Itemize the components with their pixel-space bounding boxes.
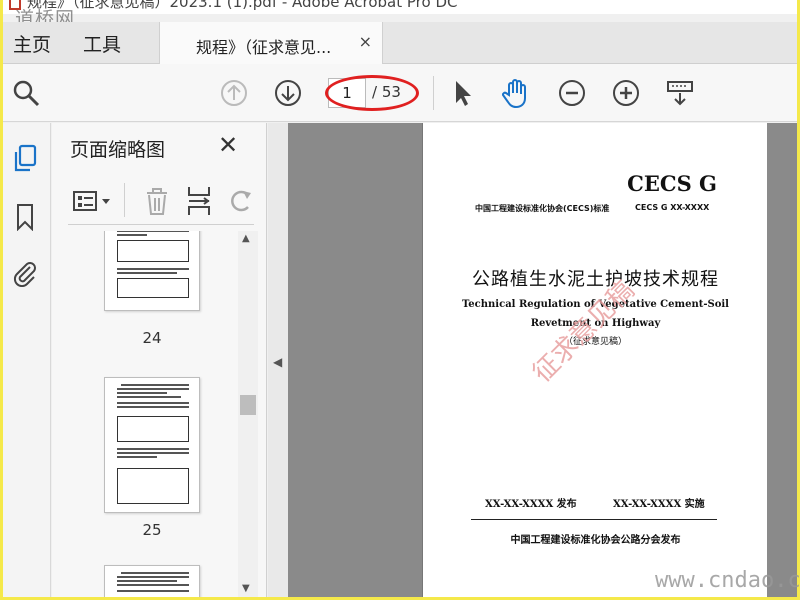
scrollbar-thumb[interactable]	[240, 395, 256, 415]
acrobat-window: 规程》（征求意见稿）2023.1 (1).pdf - Adobe Acrobat…	[3, 0, 797, 597]
thumb-text	[117, 576, 189, 578]
thumb-text	[117, 584, 189, 586]
effective-date: XX-XX-XXXX 实施	[613, 499, 705, 510]
close-tab-icon[interactable]: ×	[359, 32, 372, 51]
thumb-text	[117, 580, 177, 582]
dates-line: XX-XX-XXXX 发布 XX-XX-XXXX 实施	[485, 495, 745, 510]
thumb-table	[117, 240, 189, 262]
panel-toolbar	[68, 179, 254, 225]
thumbnail-scrollbar[interactable]: ▲ ▼	[238, 231, 258, 597]
thumb-text	[117, 268, 189, 270]
thumb-table	[117, 468, 189, 504]
publish-date: XX-XX-XXXX 发布	[485, 499, 577, 510]
thumb-text	[121, 384, 189, 386]
document-tab[interactable]: 规程》（征求意见... ×	[159, 22, 383, 64]
page-thumbnails-icon[interactable]	[7, 141, 43, 177]
divider-line	[471, 519, 717, 520]
tab-home[interactable]: 主页	[13, 30, 51, 57]
thumb-text	[117, 234, 147, 236]
thumbnail-list: 24 25	[52, 231, 242, 597]
bookmark-icon[interactable]	[7, 199, 43, 235]
scroll-up-icon[interactable]: ▲	[242, 233, 250, 244]
tab-tools[interactable]: 工具	[83, 30, 121, 57]
standard-code: CECS G XX-XXXX	[635, 203, 710, 212]
zoom-out-icon[interactable]	[555, 76, 589, 110]
thumb-text	[117, 396, 181, 398]
page-down-icon[interactable]	[271, 76, 305, 110]
title-bar: 规程》（征求意见稿）2023.1 (1).pdf - Adobe Acrobat…	[3, 0, 797, 14]
thumbnail-options-icon[interactable]	[72, 189, 116, 217]
thumb-text	[117, 402, 189, 404]
delete-page-icon[interactable]	[144, 187, 170, 221]
hand-icon[interactable]	[499, 76, 533, 110]
document-view: CECS G 中国工程建设标准化协会(CECS)标准 CECS G XX-XXX…	[288, 123, 797, 597]
thumb-text	[117, 406, 189, 408]
rotate-page-icon[interactable]	[228, 187, 254, 219]
standard-line: 中国工程建设标准化协会(CECS)标准 CECS G XX-XXXX	[475, 203, 725, 214]
thumb-text	[117, 448, 189, 450]
document-title-cn: 公路植生水泥土护坡技术规程	[472, 269, 719, 290]
panel-collapse-strip[interactable]: ◀	[268, 123, 288, 597]
toolbar-divider	[433, 76, 434, 110]
thumb-text	[117, 388, 189, 390]
toolbar: 1 / 53	[3, 64, 797, 122]
thumb-table	[117, 278, 189, 298]
thumb-table	[117, 416, 189, 442]
insert-page-icon[interactable]	[186, 185, 212, 221]
attachment-icon[interactable]	[7, 255, 43, 291]
page-up-icon[interactable]	[217, 76, 251, 110]
thumb-text	[117, 392, 167, 394]
thumbnail-page-24[interactable]	[104, 231, 200, 311]
collapse-arrow-icon[interactable]: ◀	[273, 355, 282, 369]
thumbnail-page-25[interactable]	[104, 377, 200, 513]
standard-name: 中国工程建设标准化协会(CECS)标准	[475, 204, 610, 213]
search-icon[interactable]	[9, 76, 43, 110]
thumbnail-page-26[interactable]	[104, 565, 200, 597]
thumb-text	[121, 572, 189, 574]
read-mode-icon[interactable]	[663, 76, 697, 110]
pdf-page: CECS G 中国工程建设标准化协会(CECS)标准 CECS G XX-XXX…	[422, 123, 767, 597]
panel-divider	[124, 183, 125, 217]
close-panel-icon[interactable]: ✕	[218, 131, 238, 159]
site-watermark-url: www.cndao.c	[655, 568, 800, 593]
scroll-down-icon[interactable]: ▼	[242, 583, 250, 594]
thumb-text	[117, 452, 189, 454]
thumbnail-label-24: 24	[142, 329, 162, 347]
thumbnails-panel: 页面缩略图 ✕ 24 25 ▲ ▼	[52, 123, 267, 597]
thumb-text	[117, 456, 157, 458]
thumbnail-label-25: 25	[142, 521, 162, 539]
thumb-text	[117, 590, 189, 592]
left-rail	[3, 123, 51, 597]
standard-series: CECS G	[627, 171, 717, 196]
window-title: 规程》（征求意见稿）2023.1 (1).pdf - Adobe Acrobat…	[27, 0, 458, 11]
thumb-text	[117, 272, 177, 274]
thumb-text	[117, 231, 189, 232]
tab-row: 主页 工具 规程》（征求意见... ×	[3, 22, 797, 64]
publisher: 中国工程建设标准化协会公路分会发布	[510, 535, 681, 546]
highlight-ellipse	[325, 75, 419, 111]
select-arrow-icon[interactable]	[445, 76, 479, 110]
document-tab-label: 规程》（征求意见...	[196, 38, 332, 57]
zoom-in-icon[interactable]	[609, 76, 643, 110]
panel-title: 页面缩略图	[70, 139, 166, 161]
